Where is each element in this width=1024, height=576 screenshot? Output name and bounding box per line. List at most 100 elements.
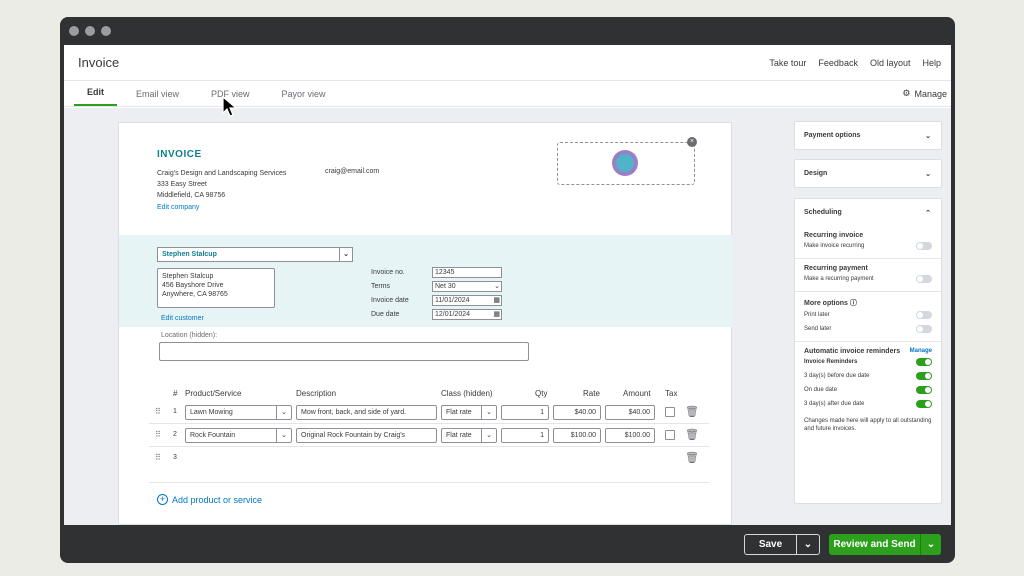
recurring-invoice-toggle[interactable]: [916, 242, 932, 250]
customer-section: Stephen Stalcup ⌄ Stephen Stalcup 456 Ba…: [119, 235, 733, 327]
invoice-no-label: Invoice no.: [371, 268, 405, 276]
logo-dropzone[interactable]: [557, 142, 695, 185]
tax-checkbox[interactable]: [665, 407, 675, 417]
col-amount: Amount: [623, 389, 651, 398]
amount-input[interactable]: $100.00: [605, 428, 655, 443]
add-product-button[interactable]: + Add product or service: [157, 494, 262, 505]
calendar-icon: ▦: [493, 310, 500, 318]
reminder-before-toggle[interactable]: [916, 372, 932, 380]
app-content: Invoice Take tour Feedback Old layout He…: [64, 45, 951, 525]
chevron-down-icon: ⌄: [925, 170, 931, 178]
review-send-button-group: Review and Send ⌄: [829, 533, 941, 555]
window-minimize-dot[interactable]: [85, 26, 95, 36]
col-class: Class (hidden): [441, 389, 493, 398]
edit-customer-link[interactable]: Edit customer: [161, 315, 204, 322]
location-label: Location (hidden):: [161, 332, 218, 339]
edit-company-link[interactable]: Edit company: [157, 204, 199, 211]
location-input[interactable]: [159, 342, 529, 361]
print-later-toggle[interactable]: [916, 311, 932, 319]
remove-logo-icon[interactable]: ×: [687, 137, 697, 147]
due-date-label: Due date: [371, 310, 400, 318]
product-select[interactable]: Lawn Mowing ⌄: [185, 405, 292, 420]
col-product: Product/Service: [185, 389, 242, 398]
recurring-payment-toggle[interactable]: [916, 275, 932, 283]
payment-options-label: Payment options: [804, 132, 861, 139]
line-number: 2: [173, 431, 177, 438]
invoice-date-label: Invoice date: [371, 296, 409, 304]
manage-button[interactable]: ⚙ Manage: [902, 88, 947, 99]
billing-city: Anywhere, CA 98765: [162, 291, 228, 298]
view-tabs: Edit Email view PDF view Payor view ⚙ Ma…: [64, 81, 951, 107]
description-input[interactable]: Mow front, back, and side of yard.: [296, 405, 437, 420]
chevron-down-icon: ⌄: [481, 429, 496, 442]
save-menu-chevron-icon[interactable]: ⌄: [797, 535, 819, 554]
billing-name: Stephen Stalcup: [162, 273, 214, 280]
send-menu-chevron-icon[interactable]: ⌄: [921, 534, 941, 555]
drag-handle-icon[interactable]: ⠿: [155, 453, 161, 462]
invoice-no-field[interactable]: 12345: [432, 266, 502, 278]
tab-email-view[interactable]: Email view: [123, 89, 192, 106]
terms-value: Net 30: [435, 282, 456, 290]
review-send-button[interactable]: Review and Send: [829, 533, 921, 555]
line-item-row: ⠿ 3 🗑: [149, 447, 709, 470]
class-select[interactable]: Flat rate ⌄: [441, 405, 497, 420]
company-address: Craig's Design and Landscaping Services …: [157, 168, 286, 201]
invoice-reminders-toggle[interactable]: [916, 358, 932, 366]
col-description: Description: [296, 389, 337, 398]
feedback-link[interactable]: Feedback: [818, 58, 858, 68]
design-card[interactable]: Design ⌄: [794, 159, 942, 188]
app-window: Invoice Take tour Feedback Old layout He…: [60, 17, 955, 563]
window-chrome: [60, 17, 955, 45]
tab-edit[interactable]: Edit: [74, 87, 117, 106]
reminder-on-due-toggle[interactable]: [916, 386, 932, 394]
qty-input[interactable]: 1: [501, 405, 549, 420]
invoice-canvas: INVOICE Craig's Design and Landscaping S…: [64, 108, 787, 525]
product-value: Rock Fountain: [190, 432, 236, 439]
sidebar: Payment options ⌄ Design ⌄ Scheduling ⌃ Rec…: [787, 108, 951, 525]
payment-options-card[interactable]: Payment options ⌄: [794, 121, 942, 150]
product-select[interactable]: Rock Fountain ⌄: [185, 428, 292, 443]
manage-label: Manage: [914, 88, 947, 99]
due-date-field[interactable]: 12/01/2024 ▦: [432, 308, 502, 320]
gear-icon: ⚙: [902, 88, 911, 98]
save-button-group: Save ⌄: [744, 533, 820, 555]
chevron-up-icon: ⌃: [925, 209, 931, 217]
tab-payor-view[interactable]: Payor view: [269, 89, 339, 106]
rate-input[interactable]: $100.00: [553, 428, 601, 443]
send-later-toggle[interactable]: [916, 325, 932, 333]
info-icon[interactable]: ⓘ: [850, 300, 857, 307]
send-later-label: Send later: [804, 326, 832, 332]
scheduling-header[interactable]: Scheduling ⌃: [795, 199, 941, 226]
customer-select[interactable]: Stephen Stalcup ⌄: [157, 247, 353, 262]
reminder-after-toggle[interactable]: [916, 400, 932, 408]
more-options-label: More options: [804, 300, 848, 307]
recurring-invoice-title: Recurring invoice: [804, 232, 864, 239]
amount-input[interactable]: $40.00: [605, 405, 655, 420]
class-select[interactable]: Flat rate ⌄: [441, 428, 497, 443]
mouse-cursor-icon: [222, 96, 238, 117]
rate-input[interactable]: $40.00: [553, 405, 601, 420]
invoice-reminders-label: Invoice Reminders: [804, 359, 858, 365]
window-maximize-dot[interactable]: [101, 26, 111, 36]
take-tour-link[interactable]: Take tour: [769, 58, 806, 68]
print-later-label: Print later: [804, 312, 830, 318]
trash-icon[interactable]: 🗑: [685, 405, 699, 418]
drag-handle-icon[interactable]: ⠿: [155, 407, 161, 416]
invoice-date-field[interactable]: 11/01/2024 ▦: [432, 294, 502, 306]
help-link[interactable]: Help: [922, 58, 941, 68]
trash-icon[interactable]: 🗑: [685, 428, 699, 441]
tax-checkbox[interactable]: [665, 430, 675, 440]
terms-select[interactable]: Net 30 ⌄: [432, 280, 502, 292]
description-input[interactable]: Original Rock Fountain by Craig's: [296, 428, 437, 443]
old-layout-link[interactable]: Old layout: [870, 58, 911, 68]
trash-icon[interactable]: 🗑: [685, 451, 699, 464]
window-close-dot[interactable]: [69, 26, 79, 36]
save-button[interactable]: Save: [745, 534, 797, 554]
plus-circle-icon: +: [157, 494, 168, 505]
reminders-manage-link[interactable]: Manage: [910, 348, 932, 355]
reminders-title: Automatic invoice reminders: [804, 348, 901, 355]
qty-input[interactable]: 1: [501, 428, 549, 443]
billing-address-field[interactable]: Stephen Stalcup 456 Bayshore Drive Anywh…: [157, 268, 275, 308]
drag-handle-icon[interactable]: ⠿: [155, 430, 161, 439]
class-value: Flat rate: [446, 409, 472, 416]
